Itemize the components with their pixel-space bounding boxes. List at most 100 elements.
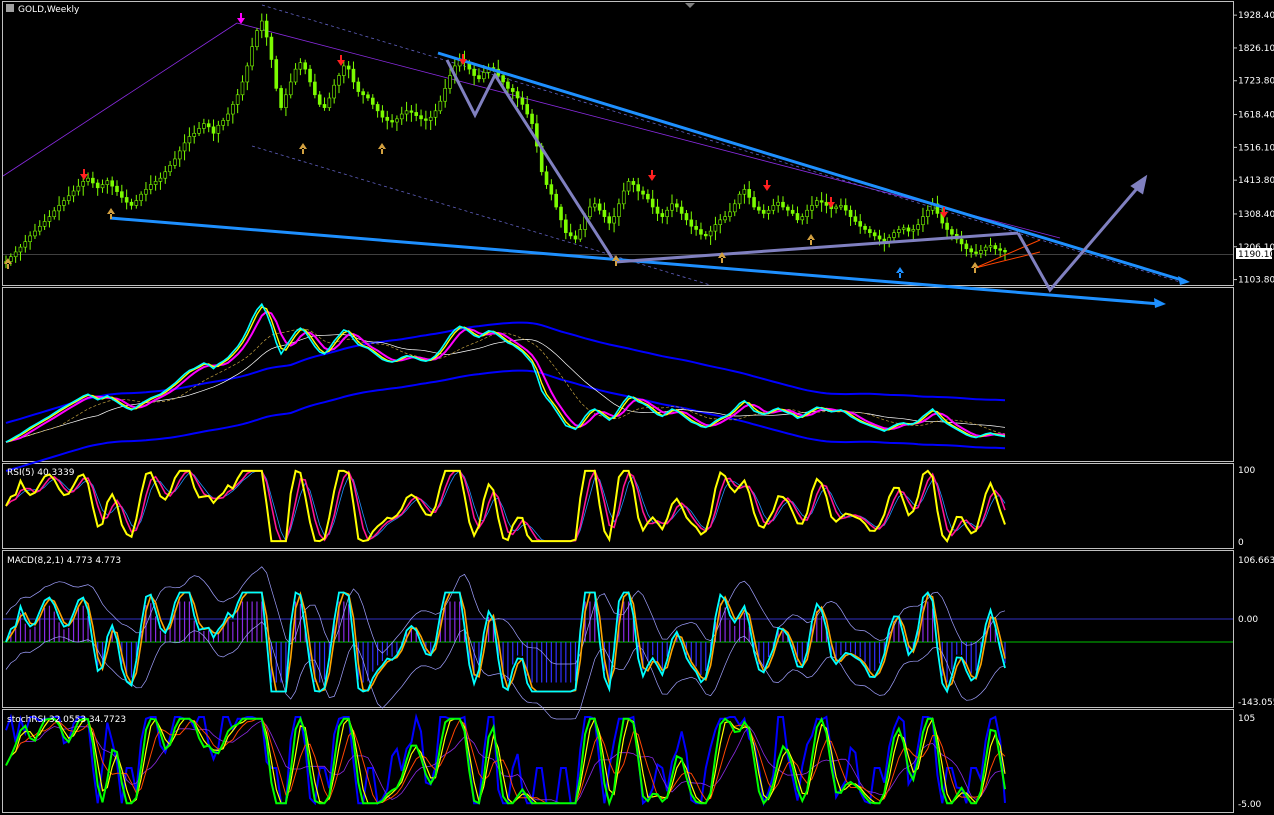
candle-body xyxy=(578,229,583,240)
down-signal-arrow-icon xyxy=(827,197,835,208)
candle-body xyxy=(863,225,867,230)
candle-body xyxy=(279,88,283,108)
ma-long-lower-line xyxy=(5,369,1006,472)
candle-body xyxy=(592,203,597,208)
candle-body xyxy=(925,209,930,217)
ma-fast-magenta-line xyxy=(5,310,1006,444)
candle-body xyxy=(568,232,573,237)
stoch-red-line xyxy=(5,718,1006,804)
candle-body xyxy=(52,210,57,217)
candle-body xyxy=(71,190,76,197)
candle-body xyxy=(617,203,621,217)
candle-body xyxy=(177,150,182,160)
candle-body xyxy=(433,110,438,118)
candle-body xyxy=(766,209,771,214)
candle-body xyxy=(979,250,983,254)
ma-dashed-line xyxy=(5,328,1006,443)
candle-body xyxy=(18,246,23,253)
candle-body xyxy=(921,216,925,225)
up-signal-arrow-icon xyxy=(299,143,307,154)
candle-body xyxy=(752,197,756,208)
candle-body xyxy=(795,213,800,221)
menu-icon[interactable] xyxy=(6,4,14,12)
candle-body xyxy=(848,209,853,217)
price-tick-label: 1413.80 xyxy=(1238,176,1274,186)
rsi-tick-0: 0 xyxy=(1238,538,1244,548)
candle-body xyxy=(288,81,293,96)
candle-body xyxy=(231,104,235,115)
candle-body xyxy=(790,209,795,214)
macd-tick-bottom: -143.055 xyxy=(1238,698,1274,708)
stochrsi-panel xyxy=(5,713,1006,807)
candle-body xyxy=(872,232,877,237)
candle-body xyxy=(47,216,52,222)
candle-body xyxy=(115,185,119,192)
candle-body xyxy=(303,62,308,70)
candle-body xyxy=(684,213,689,221)
candle-body xyxy=(134,200,139,206)
candle-body xyxy=(100,184,105,189)
candle-body xyxy=(959,238,964,245)
candle-body xyxy=(91,177,95,184)
up-signal-arrow-icon xyxy=(896,267,904,278)
candle-body xyxy=(120,191,124,198)
candle-body xyxy=(66,195,71,201)
candle-body xyxy=(892,232,896,238)
candle-body xyxy=(636,184,641,192)
candle-body xyxy=(525,104,530,115)
candle-body xyxy=(974,251,978,254)
candle-body xyxy=(713,224,718,232)
candle-body xyxy=(530,113,534,124)
down-signal-arrow-icon xyxy=(237,13,245,24)
candle-body xyxy=(342,65,346,76)
candle-body xyxy=(901,227,906,230)
candle-body xyxy=(549,184,554,195)
rsi-panel-frame xyxy=(2,463,1234,549)
candle-body xyxy=(264,20,269,38)
stoch-purple-line xyxy=(5,720,1006,804)
candle-body xyxy=(781,201,785,208)
symbol-title: GOLD,Weekly xyxy=(18,5,80,15)
candle-body xyxy=(747,189,752,198)
candle-body xyxy=(655,206,660,214)
candle-body xyxy=(448,75,452,89)
candle-body xyxy=(443,88,447,102)
panel-frames xyxy=(2,1,1234,813)
current-price-label: 1190.10 xyxy=(1238,250,1274,260)
ma-mid-line xyxy=(5,334,1006,443)
candle-body xyxy=(298,62,303,70)
candle-body xyxy=(375,104,380,112)
candle-body xyxy=(370,97,375,105)
candle-body xyxy=(969,248,974,253)
candle-body xyxy=(945,222,949,230)
candle-body xyxy=(877,235,882,240)
candle-body xyxy=(998,248,1002,251)
candle-body xyxy=(906,227,911,232)
candle-body xyxy=(723,216,727,221)
candle-body xyxy=(646,193,650,200)
candle-body xyxy=(742,189,747,195)
candle-body xyxy=(612,216,616,224)
scroll-marker-icon[interactable] xyxy=(685,3,695,8)
candle-body xyxy=(173,158,177,166)
price-tick-label: 1103.80 xyxy=(1238,276,1274,286)
chart-canvas: GOLD,Weekly 1928.40 1826.10 1723.80 1618.40… xyxy=(2,1,1274,813)
candle-body xyxy=(510,88,515,92)
candle-body xyxy=(839,205,843,208)
candle-body xyxy=(129,201,134,206)
candle-body xyxy=(993,245,998,250)
candle-body xyxy=(197,128,201,134)
candle-body xyxy=(404,110,409,115)
up-signal-arrow-icon xyxy=(807,234,815,245)
candle-body xyxy=(626,181,631,192)
candle-body xyxy=(293,68,298,83)
candle-body xyxy=(337,75,341,86)
candle-body xyxy=(163,171,168,179)
candle-body xyxy=(216,124,221,134)
price-tick-label: 1826.10 xyxy=(1238,44,1274,54)
candle-body xyxy=(37,225,42,232)
stoch-yellow-line xyxy=(5,717,1006,805)
stoch-green-line xyxy=(5,716,1006,807)
candle-body xyxy=(694,225,698,230)
candle-body xyxy=(602,209,607,217)
